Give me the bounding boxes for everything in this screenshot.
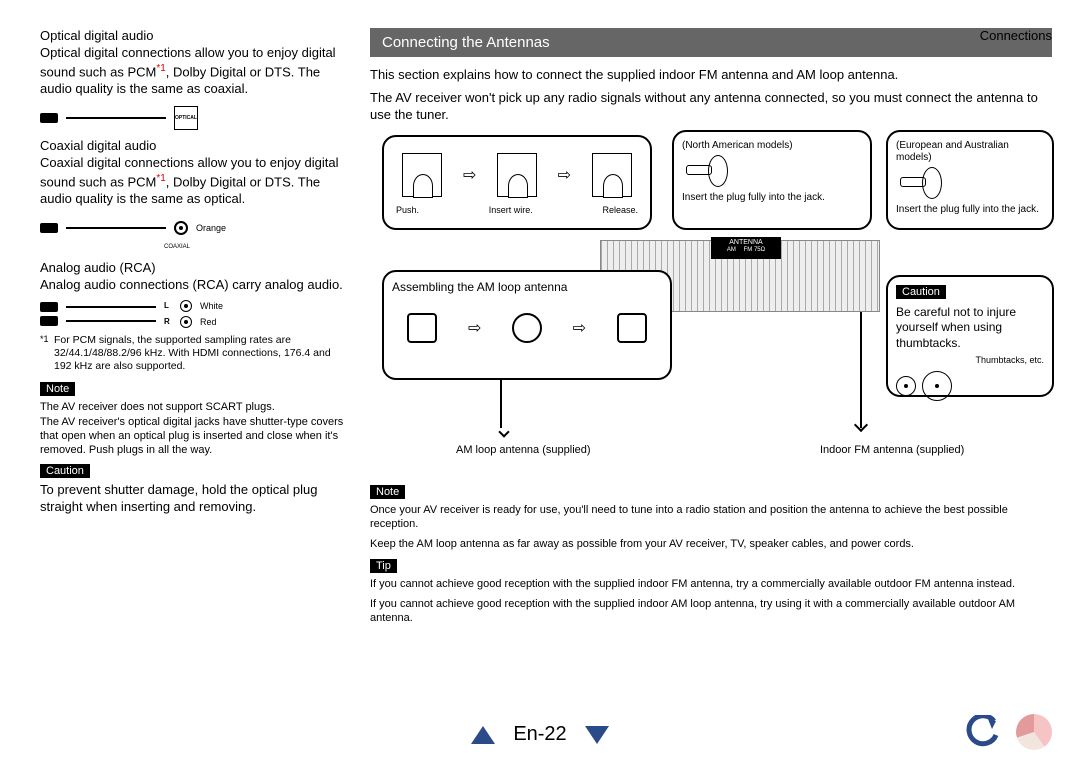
footnote-mark: *1: [40, 334, 49, 345]
left-note-text: The AV receiver does not support SCART p…: [40, 400, 350, 457]
optical-title: Optical digital audio: [40, 28, 350, 43]
prev-page-icon[interactable]: [471, 726, 495, 744]
caution-box-text: Be careful not to injure yourself when u…: [896, 305, 1044, 352]
optical-cable-illus: OPTICAL: [40, 104, 350, 132]
right-note-1: Once your AV receiver is ready for use, …: [370, 503, 1052, 532]
rca-white: White: [200, 301, 223, 311]
left-caution-label: Caution: [40, 464, 90, 478]
right-column: Connecting the Antennas This section exp…: [370, 28, 1052, 631]
rca-l: L: [164, 301, 172, 310]
coaxial-sup: *1: [156, 173, 165, 184]
right-tip-2: If you cannot achieve good reception wit…: [370, 597, 1052, 626]
na-models-box: (North American models) Insert the plug …: [672, 130, 872, 230]
right-note-2: Keep the AM loop antenna as far away as …: [370, 537, 1052, 551]
eu-models-box: (European and Australian models) Insert …: [886, 130, 1054, 230]
step-push: Push.: [396, 205, 419, 215]
page-nav: En-22: [0, 723, 1080, 746]
coaxial-connector-label: COAXIAL: [164, 244, 350, 250]
header-section: Connections: [980, 28, 1052, 43]
section-banner: Connecting the Antennas: [370, 28, 1052, 57]
footnote: *1 For PCM signals, the supported sampli…: [40, 334, 350, 373]
coaxial-color: Orange: [196, 223, 226, 233]
analog-cable-illus: L White R Red: [40, 300, 350, 328]
eu-title: (European and Australian models): [896, 140, 1044, 164]
caution-box: Caution Be careful not to injure yoursel…: [886, 275, 1054, 397]
callout-am: AM loop antenna (supplied): [456, 444, 591, 456]
right-note-label: Note: [370, 485, 405, 499]
eu-insert: Insert the plug fully into the jack.: [896, 204, 1044, 216]
next-page-icon[interactable]: [585, 726, 609, 744]
rca-r: R: [164, 317, 172, 326]
na-title: (North American models): [682, 140, 862, 152]
optical-body: Optical digital connections allow you to…: [40, 45, 350, 98]
arrow-icon: ⇨: [573, 318, 586, 338]
arrow-icon: ⇨: [463, 165, 476, 185]
optical-connector-label: OPTICAL: [175, 115, 197, 121]
panel-fm: FM 75Ω: [744, 247, 766, 253]
am-loop-box: Assembling the AM loop antenna ⇨ ⇨: [382, 270, 672, 380]
antenna-diagram: ⇨ ⇨ Push. Insert wire. Release. (North A…: [370, 130, 1052, 470]
coaxial-body: Coaxial digital connections allow you to…: [40, 155, 350, 208]
am-wire-steps-box: ⇨ ⇨ Push. Insert wire. Release.: [382, 135, 652, 230]
right-tip-1: If you cannot achieve good reception wit…: [370, 577, 1052, 591]
intro-2: The AV receiver won't pick up any radio …: [370, 90, 1052, 124]
brand-logo-icon[interactable]: [1016, 714, 1052, 750]
thumbtacks-label: Thumbtacks, etc.: [896, 355, 1044, 365]
left-column: Optical digital audio Optical digital co…: [40, 28, 350, 631]
arrow-icon: ⇨: [468, 318, 481, 338]
right-tip-label: Tip: [370, 559, 397, 573]
panel-am: AM: [727, 247, 736, 253]
footnote-text: For PCM signals, the supported sampling …: [54, 334, 331, 372]
analog-title: Analog audio (RCA): [40, 260, 350, 275]
left-caution-text: To prevent shutter damage, hold the opti…: [40, 482, 350, 516]
callout-fm: Indoor FM antenna (supplied): [820, 444, 964, 456]
na-insert: Insert the plug fully into the jack.: [682, 192, 862, 204]
page-number: En-22: [513, 723, 566, 746]
analog-body: Analog audio connections (RCA) carry ana…: [40, 277, 350, 294]
panel-antenna-label: ANTENNA: [729, 239, 762, 246]
step-insert: Insert wire.: [489, 205, 533, 215]
left-note-label: Note: [40, 382, 75, 396]
step-release: Release.: [602, 205, 638, 215]
rca-red: Red: [200, 317, 217, 327]
amloop-title: Assembling the AM loop antenna: [392, 280, 662, 294]
optical-sup: *1: [156, 63, 165, 74]
intro-1: This section explains how to connect the…: [370, 67, 1052, 84]
coaxial-title: Coaxial digital audio: [40, 138, 350, 153]
caution-box-label: Caution: [896, 285, 946, 299]
arrow-icon: ⇨: [558, 165, 571, 185]
back-icon[interactable]: [966, 715, 1000, 749]
coaxial-cable-illus: Orange: [40, 214, 350, 242]
